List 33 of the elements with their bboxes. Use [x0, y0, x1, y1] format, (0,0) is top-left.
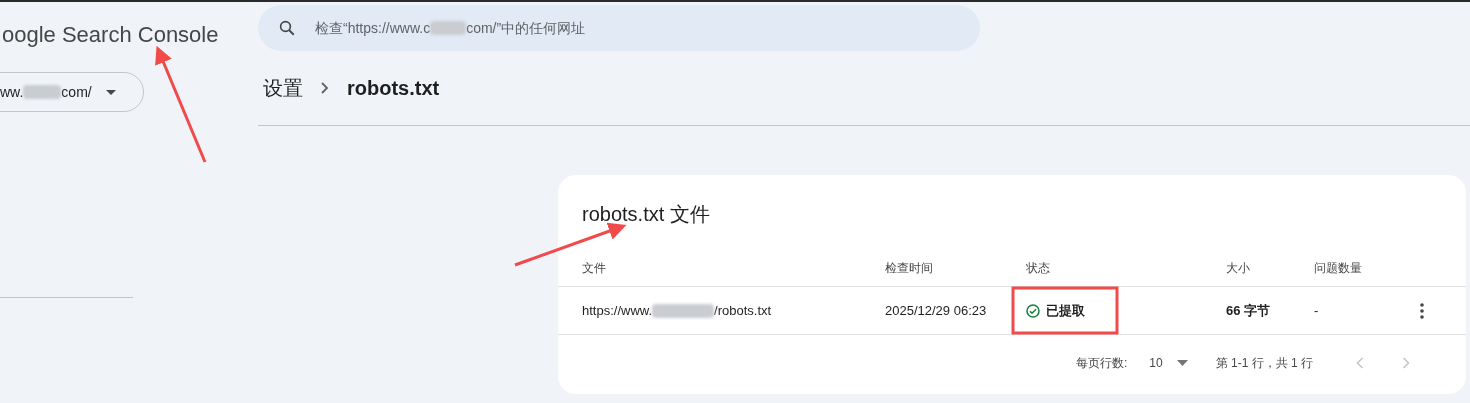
status-text: 已提取 — [1046, 301, 1085, 320]
rows-per-page-select[interactable]: 10 — [1149, 353, 1188, 372]
card-title: robots.txt 文件 — [581, 202, 711, 227]
search-placeholder-start: 检查“https://www.c — [315, 18, 431, 38]
redaction-blur — [23, 85, 62, 99]
breadcrumb-item[interactable]: 设置 — [263, 73, 303, 103]
table-cell-text: 66 字节 — [1226, 301, 1272, 320]
file-url-start: https://www. — [582, 301, 653, 320]
pagination-range: 第 1-1 行，共 1 行 — [1215, 354, 1314, 372]
column-header: 状态 — [1026, 259, 1051, 277]
search-placeholder-end: com/”中的任何网址 — [466, 18, 586, 38]
app-logo: oogle Search Console — [2, 21, 220, 46]
file-url-end: /robots.txt — [714, 301, 772, 320]
dropdown-caret-icon — [1176, 359, 1188, 366]
redaction-blur — [652, 303, 715, 318]
column-header: 问题数量 — [1314, 259, 1363, 277]
table-cell-text: 2025/12/29 06:23 — [885, 301, 988, 320]
column-header: 检查时间 — [885, 259, 934, 277]
chevron-right-icon — [1402, 356, 1411, 369]
table-cell-text: - — [1314, 301, 1320, 320]
dropdown-caret-icon — [105, 89, 116, 95]
more-vert-icon — [1420, 302, 1424, 319]
breadcrumb-item: robots.txt — [347, 76, 440, 101]
property-prefix: ww. — [0, 82, 24, 102]
chevron-right-icon — [321, 82, 329, 94]
redaction-blur — [430, 21, 467, 35]
search-icon — [278, 19, 296, 37]
property-suffix: com/ — [61, 82, 92, 102]
rows-per-page-label: 每页行数: — [1076, 354, 1128, 372]
column-header: 大小 — [1226, 259, 1251, 277]
column-header: 文件 — [582, 259, 607, 277]
chevron-left-icon — [1356, 356, 1365, 369]
search-field[interactable]: 检查“https://www.c com/”中的任何网址 — [258, 5, 980, 51]
